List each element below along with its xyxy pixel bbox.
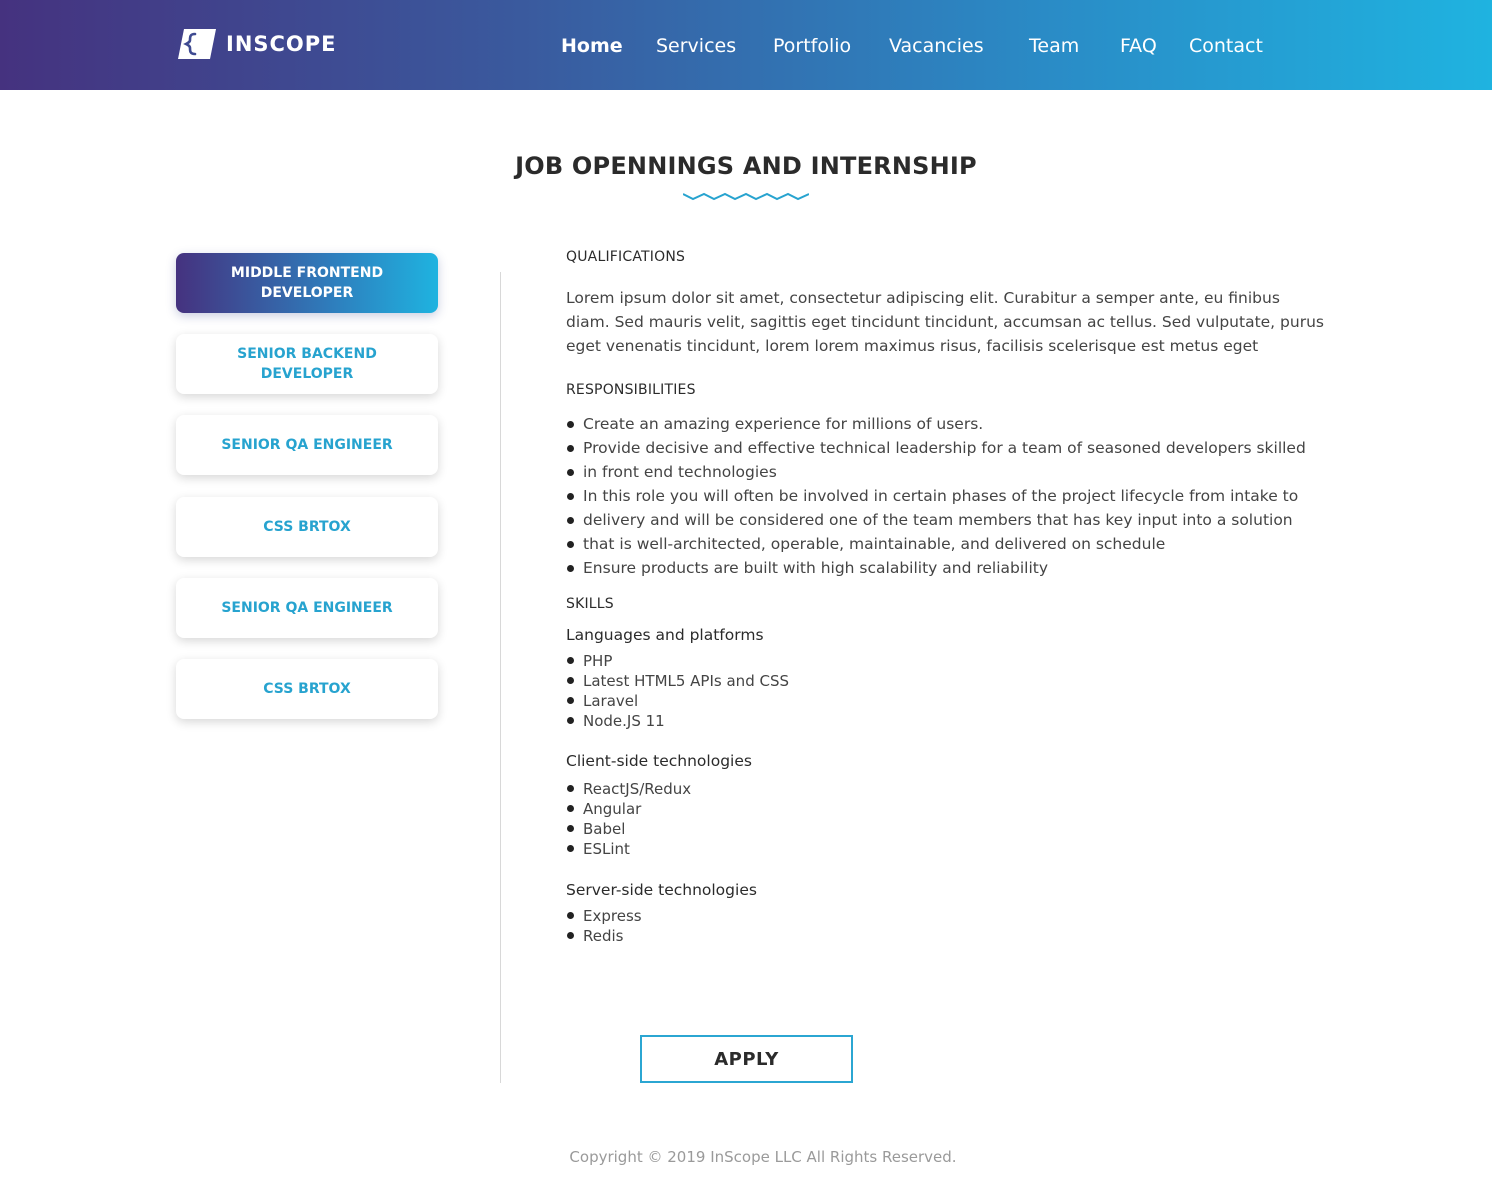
list-item: Redis bbox=[566, 926, 642, 946]
qualifications-text: Lorem ipsum dolor sit amet, consectetur … bbox=[566, 289, 1324, 355]
skill-list-client-side: ReactJS/Redux Angular Babel ESLint bbox=[566, 779, 691, 859]
skill-list-languages: PHP Latest HTML5 APIs and CSS Laravel No… bbox=[566, 651, 789, 731]
skill-group-title-client-side: Client-side technologies bbox=[566, 752, 752, 770]
nav-team[interactable]: Team bbox=[1029, 32, 1079, 60]
list-item: Latest HTML5 APIs and CSS bbox=[566, 671, 789, 691]
nav-portfolio[interactable]: Portfolio bbox=[773, 32, 851, 60]
nav-faq[interactable]: FAQ bbox=[1120, 32, 1157, 60]
list-item: ReactJS/Redux bbox=[566, 779, 691, 799]
job-item-css-brtox-2[interactable]: CSS BRTOX bbox=[176, 659, 438, 719]
page-title: JOB OPENNINGS AND INTERNSHIP bbox=[515, 152, 977, 180]
skill-list-server-side: Express Redis bbox=[566, 906, 642, 946]
list-item: Provide decisive and effective technical… bbox=[566, 436, 1306, 460]
list-item: in front end technologies bbox=[566, 460, 1306, 484]
job-item-middle-frontend-developer[interactable]: MIDDLE FRONTEND DEVELOPER bbox=[176, 253, 438, 313]
list-item: Express bbox=[566, 906, 642, 926]
job-item-css-brtox[interactable]: CSS BRTOX bbox=[176, 497, 438, 557]
skill-group-title-server-side: Server-side technologies bbox=[566, 881, 757, 899]
qualifications-heading: QUALIFICATIONS bbox=[566, 249, 686, 265]
responsibilities-list: Create an amazing experience for million… bbox=[566, 412, 1306, 580]
list-item: Babel bbox=[566, 819, 691, 839]
main-nav: Home Services Portfolio Vacancies Team F… bbox=[0, 32, 1492, 60]
list-item: delivery and will be considered one of t… bbox=[566, 508, 1306, 532]
list-item: Ensure products are built with high scal… bbox=[566, 556, 1306, 580]
footer-copyright: Copyright © 2019 InScope LLC All Rights … bbox=[569, 1148, 957, 1166]
list-item: Angular bbox=[566, 799, 691, 819]
list-item: Create an amazing experience for million… bbox=[566, 412, 1306, 436]
job-item-senior-qa-engineer-2[interactable]: SENIOR QA ENGINEER bbox=[176, 578, 438, 638]
skills-heading: SKILLS bbox=[566, 596, 614, 612]
site-header: INSCOPE Home Services Portfolio Vacancie… bbox=[0, 0, 1492, 90]
title-wave-divider bbox=[683, 192, 809, 201]
skill-group-title-languages: Languages and platforms bbox=[566, 626, 764, 644]
list-item: Node.JS 11 bbox=[566, 711, 789, 731]
nav-vacancies[interactable]: Vacancies bbox=[889, 32, 984, 60]
responsibilities-heading: RESPONSIBILITIES bbox=[566, 382, 696, 398]
nav-contact[interactable]: Contact bbox=[1189, 32, 1263, 60]
nav-home[interactable]: Home bbox=[561, 32, 623, 60]
list-item: PHP bbox=[566, 651, 789, 671]
list-item: Laravel bbox=[566, 691, 789, 711]
job-item-senior-backend-developer[interactable]: SENIOR BACKEND DEVELOPER bbox=[176, 334, 438, 394]
list-item: that is well-architected, operable, main… bbox=[566, 532, 1306, 556]
nav-services[interactable]: Services bbox=[656, 32, 736, 60]
list-item: ESLint bbox=[566, 839, 691, 859]
apply-button[interactable]: APPLY bbox=[640, 1035, 853, 1083]
column-divider bbox=[500, 272, 501, 1083]
job-item-senior-qa-engineer[interactable]: SENIOR QA ENGINEER bbox=[176, 415, 438, 475]
list-item: In this role you will often be involved … bbox=[566, 484, 1306, 508]
